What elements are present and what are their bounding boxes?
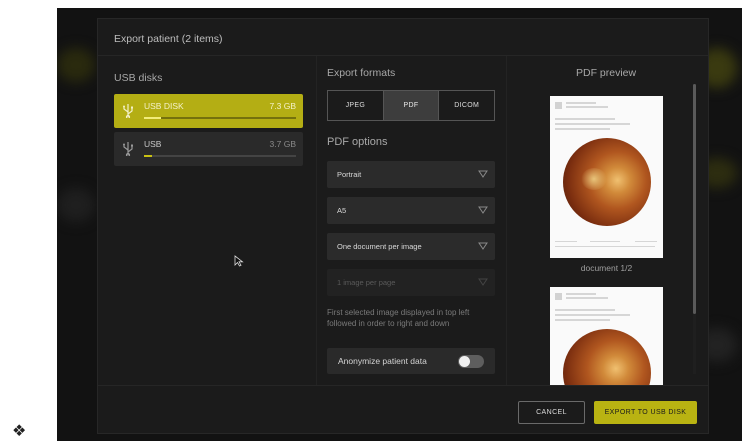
disk-usage-bar (144, 155, 296, 157)
disk-size: 3.7 GB (269, 139, 296, 149)
paper-size-select[interactable]: A5 (327, 197, 495, 224)
order-note: First selected image displayed in top le… (327, 308, 470, 328)
usb-icon (123, 142, 133, 156)
disk-usage-fill (144, 117, 161, 119)
layout-select[interactable]: One document per image (327, 233, 495, 260)
pdf-preview-title: PDF preview (576, 67, 637, 79)
pdf-options-title: PDF options (327, 136, 388, 148)
format-dicom-button[interactable]: DICOM (438, 91, 495, 120)
cancel-button[interactable]: CANCEL (518, 401, 585, 424)
chevron-down-icon (478, 170, 488, 178)
format-pdf-button[interactable]: PDF (382, 91, 439, 120)
disk-usage-bar (144, 117, 296, 119)
anonymize-row: Anonymize patient data (327, 348, 495, 374)
chevron-down-icon (478, 242, 488, 250)
usb-disk-item-1[interactable]: USB DISK 7.3 GB (114, 94, 303, 128)
anonymize-toggle[interactable] (458, 355, 484, 368)
pdf-page-thumbnail (550, 287, 663, 385)
usb-disks-title: USB disks (114, 72, 163, 84)
export-formats-title: Export formats (327, 67, 396, 79)
retina-image (563, 329, 651, 385)
anonymize-label: Anonymize patient data (338, 356, 427, 366)
document-page-label: document 1/2 (580, 263, 633, 273)
format-jpeg-button[interactable]: JPEG (328, 91, 383, 120)
preview-scrollbar[interactable] (693, 84, 696, 374)
orientation-value: Portrait (337, 170, 362, 179)
column-divider (506, 56, 507, 386)
export-to-usb-button[interactable]: EXPORT TO USB DISK (594, 401, 697, 424)
app-logo-icon: ❖ (12, 423, 27, 440)
layout-value: One document per image (337, 242, 422, 251)
dialog-divider (98, 55, 708, 56)
background-blur (57, 188, 95, 222)
export-dialog: Export patient (2 items) USB disks USB D… (97, 18, 709, 434)
chevron-down-icon (478, 278, 488, 286)
footer-divider (98, 385, 708, 386)
column-divider (316, 56, 317, 386)
images-per-page-select: 1 image per page (327, 269, 495, 296)
retina-image (563, 138, 651, 226)
pdf-page-thumbnail (550, 96, 663, 258)
images-per-page-value: 1 image per page (337, 278, 396, 287)
format-selector: JPEG PDF DICOM (327, 90, 495, 121)
mouse-pointer-icon (234, 255, 244, 267)
usb-icon (123, 104, 133, 118)
orientation-select[interactable]: Portrait (327, 161, 495, 188)
disk-name: USB DISK (144, 101, 184, 111)
dialog-title: Export patient (2 items) (114, 33, 223, 45)
usb-disk-item-2[interactable]: USB 3.7 GB (114, 132, 303, 166)
toggle-knob (459, 356, 470, 367)
preview-scrollbar-thumb[interactable] (693, 84, 696, 314)
chevron-down-icon (478, 206, 488, 214)
disk-name: USB (144, 139, 162, 149)
disk-size: 7.3 GB (269, 101, 296, 111)
disk-usage-fill (144, 155, 152, 157)
background-blur (57, 48, 95, 82)
paper-size-value: A5 (337, 206, 347, 215)
